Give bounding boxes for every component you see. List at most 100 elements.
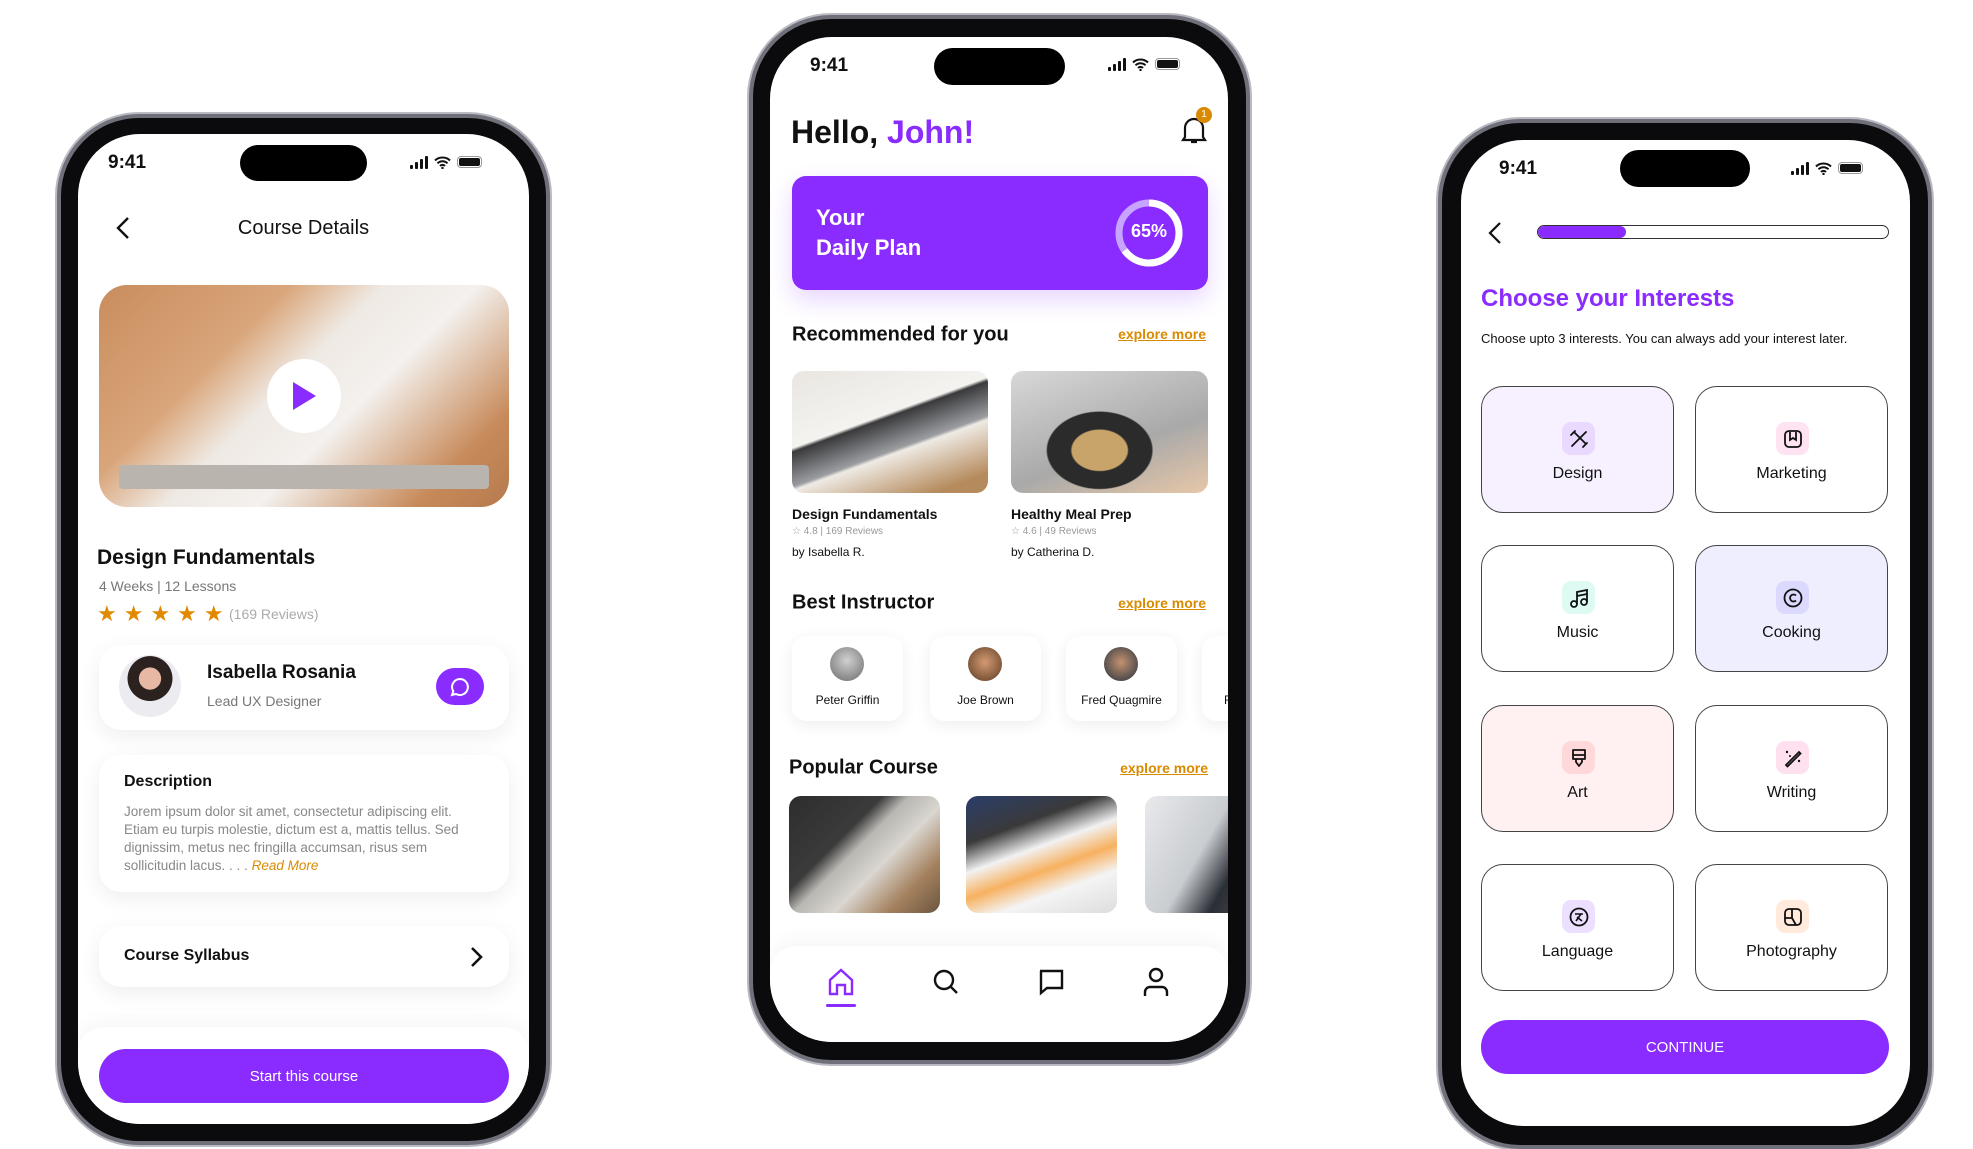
paint-brush-icon	[1562, 741, 1595, 774]
phone-interests: 9:41 Choose your Interests Choose upto 3…	[1442, 123, 1928, 1145]
magic-pen-icon	[1776, 741, 1809, 774]
popular-explore-link[interactable]: explore more	[1120, 760, 1208, 776]
popular-course-thumbnail[interactable]	[1145, 796, 1228, 913]
interest-tile-art[interactable]: Art	[1481, 705, 1674, 832]
reviews-count: (169 Reviews)	[229, 606, 319, 622]
course-thumbnail	[792, 371, 988, 493]
dynamic-island	[934, 48, 1065, 85]
instructor-card[interactable]: Peter Griffin	[792, 636, 903, 721]
course-video-thumbnail[interactable]	[99, 285, 509, 507]
instructor-name: Isabella Rosania	[207, 662, 356, 683]
popular-course-thumbnail[interactable]	[966, 796, 1117, 913]
bottom-nav	[770, 946, 1228, 1042]
instructor-name: F	[1224, 693, 1228, 707]
plan-progress-label: 65%	[1130, 221, 1168, 241]
translate-icon	[1562, 900, 1595, 933]
signal-icon	[1791, 161, 1809, 175]
interest-label: Photography	[1746, 943, 1837, 960]
interest-tile-photography[interactable]: Photography	[1695, 864, 1888, 991]
design-tools-icon	[1562, 422, 1595, 455]
course-syllabus-row[interactable]: Course Syllabus	[99, 926, 509, 987]
recommended-title: Recommended for you	[792, 323, 1009, 346]
description-title: Description	[124, 773, 213, 790]
battery-icon	[1155, 58, 1180, 70]
greeting-text: Hello,	[791, 114, 879, 150]
course-details-screen: 9:41 Course Details Design Fundamentals …	[78, 134, 529, 1124]
interests-subtitle: Choose upto 3 interests. You can always …	[1481, 331, 1848, 346]
play-icon	[293, 382, 316, 410]
notification-badge: 1	[1196, 107, 1212, 123]
recommended-card[interactable]: Design Fundamentals ☆ 4.8 | 169 Reviews …	[792, 371, 988, 571]
page-title: Course Details	[237, 217, 370, 239]
interest-tile-cooking[interactable]: Cooking	[1695, 545, 1888, 672]
notifications-button[interactable]: 1	[1180, 107, 1212, 145]
dynamic-island	[1620, 150, 1750, 187]
interest-tile-writing[interactable]: Writing	[1695, 705, 1888, 832]
instructor-name: Fred Quagmire	[1081, 693, 1162, 707]
rating-text: 4.6 | 49 Reviews	[1022, 526, 1097, 537]
instructor-card[interactable]: Isabella Rosania Lead UX Designer	[99, 645, 509, 730]
chat-icon[interactable]	[1037, 968, 1065, 996]
dynamic-island	[240, 145, 367, 181]
interest-tile-design[interactable]: Design	[1481, 386, 1674, 513]
instructor-name: Peter Griffin	[815, 693, 880, 707]
wifi-icon	[434, 156, 451, 169]
interest-tile-music[interactable]: Music	[1481, 545, 1674, 672]
play-button[interactable]	[267, 359, 341, 433]
instructor-card[interactable]: F	[1202, 636, 1228, 721]
interest-label: Marketing	[1756, 465, 1827, 482]
course-author: by Isabella R.	[792, 545, 865, 559]
course-author: by Catherina D.	[1011, 545, 1095, 559]
status-icons	[1108, 56, 1180, 72]
course-thumbnail	[1011, 371, 1208, 493]
continue-button[interactable]: CONTINUE	[1481, 1020, 1889, 1074]
popular-course-thumbnail[interactable]	[789, 796, 940, 913]
signal-icon	[410, 155, 428, 169]
plan-title-line2: Daily Plan	[816, 235, 922, 260]
course-title: Healthy Meal Prep	[1011, 506, 1132, 522]
wifi-icon	[1815, 162, 1832, 175]
profile-icon[interactable]	[1142, 967, 1170, 997]
onboarding-progress-bar	[1537, 225, 1889, 239]
course-meta: 4 Weeks | 12 Lessons	[99, 578, 237, 594]
home-active-indicator	[826, 1004, 856, 1007]
signal-icon	[1108, 57, 1126, 71]
interest-tile-marketing[interactable]: Marketing	[1695, 386, 1888, 513]
course-rating: ☆ 4.8 | 169 Reviews	[792, 526, 884, 537]
interest-label: Art	[1567, 784, 1588, 801]
back-chevron-icon[interactable]	[1487, 221, 1505, 245]
copyright-circle-icon	[1776, 581, 1809, 614]
course-title: Design Fundamentals	[792, 506, 938, 522]
interest-tile-language[interactable]: Language	[1481, 864, 1674, 991]
instructors-explore-link[interactable]: explore more	[1118, 595, 1206, 611]
recommended-explore-link[interactable]: explore more	[1118, 326, 1206, 342]
wifi-icon	[1132, 58, 1149, 71]
start-course-button[interactable]: Start this course	[99, 1049, 509, 1103]
instructor-avatar	[1104, 647, 1138, 681]
home-icon[interactable]	[827, 968, 855, 996]
course-title: Design Fundamentals	[97, 546, 316, 569]
status-time: 9:41	[1499, 158, 1538, 179]
description-text: Jorem ipsum dolor sit amet, consectetur …	[124, 803, 464, 875]
read-more-link[interactable]: Read More	[252, 858, 319, 873]
user-name: John!	[887, 114, 975, 150]
instructor-avatar	[830, 647, 864, 681]
status-time: 9:41	[108, 152, 147, 173]
message-instructor-button[interactable]	[436, 668, 484, 705]
recommended-card[interactable]: Healthy Meal Prep ☆ 4.6 | 49 Reviews by …	[1011, 371, 1208, 571]
rating-text: 4.8 | 169 Reviews	[803, 526, 884, 537]
phone-home: 9:41 Hello, John! 1 Your Daily Plan 65% …	[753, 19, 1246, 1060]
best-instructor-title: Best Instructor	[792, 591, 935, 614]
instructor-card[interactable]: Fred Quagmire	[1066, 636, 1177, 721]
description-card: Description Jorem ipsum dolor sit amet, …	[99, 755, 509, 892]
status-icons	[1791, 160, 1863, 176]
popular-course-title: Popular Course	[789, 756, 938, 779]
interest-label: Language	[1541, 943, 1614, 960]
syllabus-label: Course Syllabus	[124, 947, 250, 964]
search-icon[interactable]	[932, 968, 960, 996]
daily-plan-card[interactable]: Your Daily Plan 65%	[792, 176, 1208, 290]
plan-title-line1: Your	[816, 205, 865, 230]
status-time: 9:41	[810, 55, 849, 76]
instructor-avatar	[968, 647, 1002, 681]
instructor-card[interactable]: Joe Brown	[930, 636, 1041, 721]
